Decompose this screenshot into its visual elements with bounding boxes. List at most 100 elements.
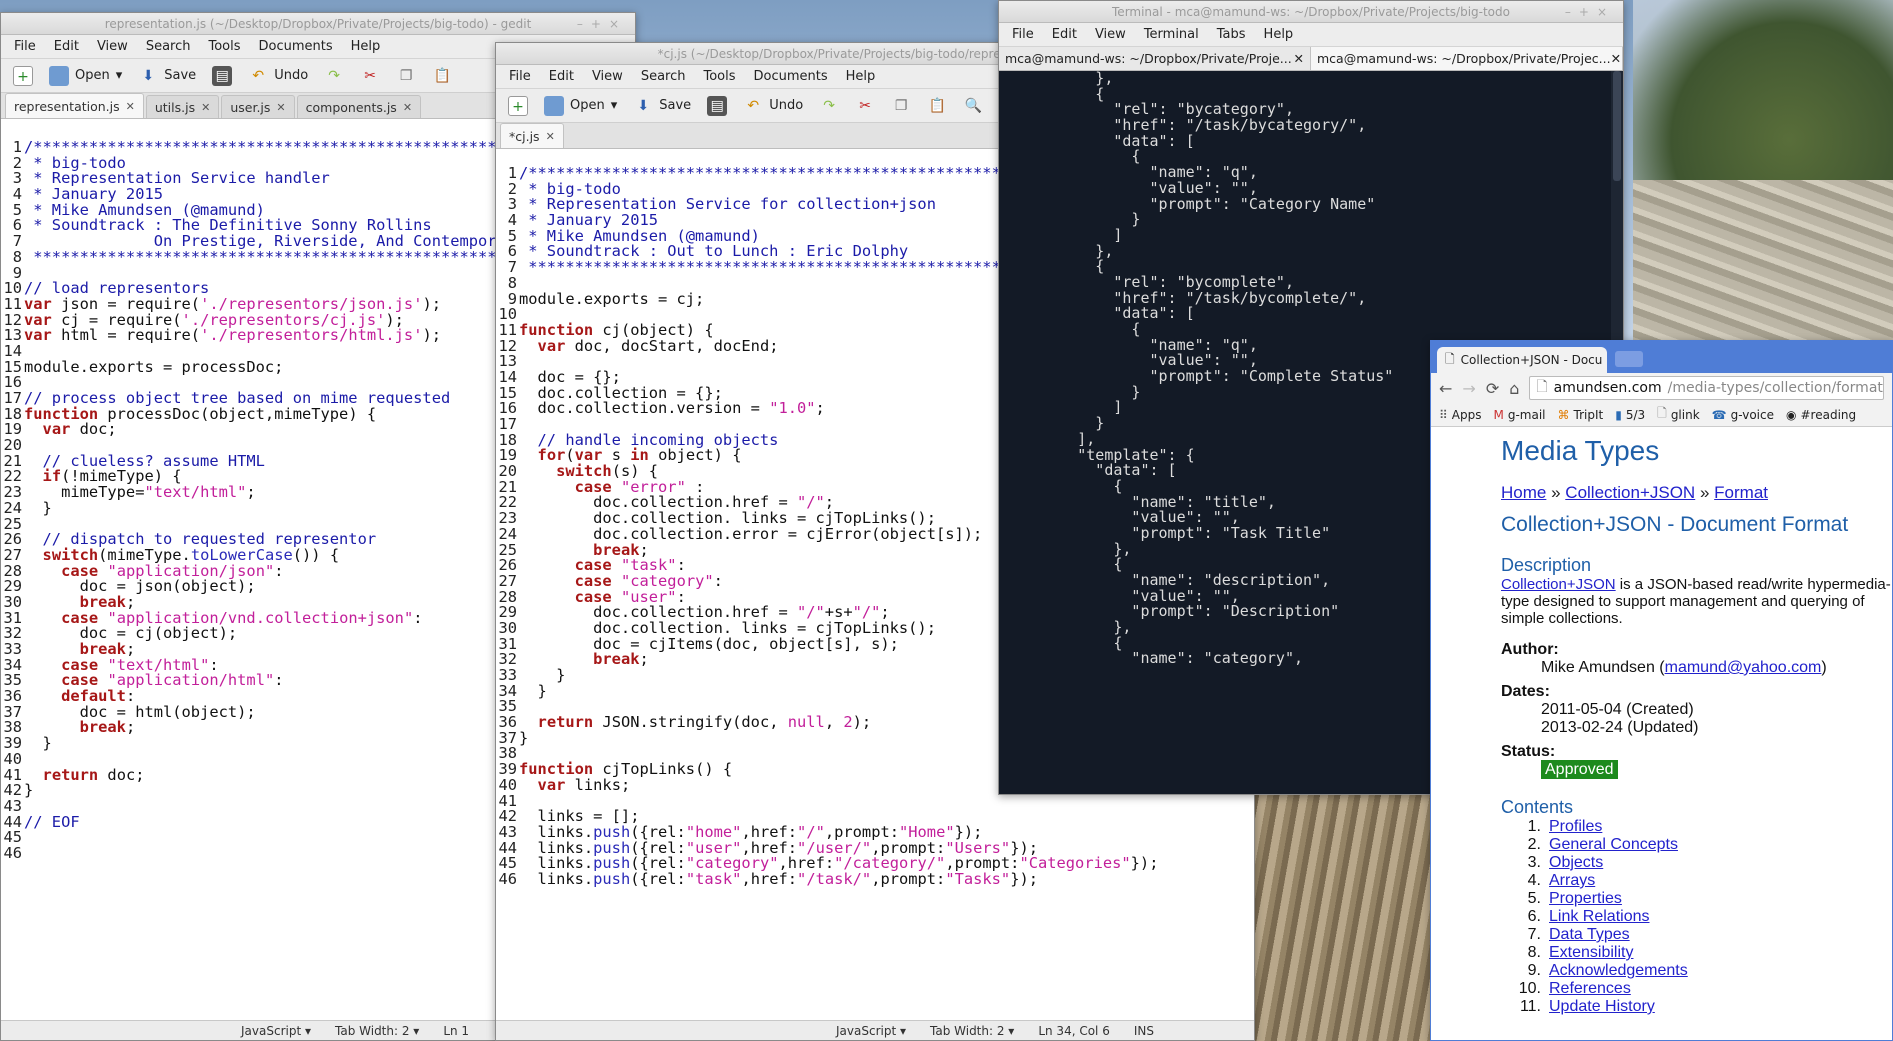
page-icon: 🗋 [1657,406,1667,420]
menu-edit[interactable]: Edit [540,69,583,84]
contents-link[interactable]: General Concepts [1549,836,1678,854]
bookmark-reading[interactable]: ◉ #reading [1786,408,1856,422]
menu-search[interactable]: Search [632,69,695,84]
tab-user-js[interactable]: user.js ✕ [221,95,295,118]
menu-tabs[interactable]: Tabs [1208,27,1255,42]
bookmark-gmail[interactable]: Mg-mail [1494,408,1546,422]
chevron-down-icon[interactable]: ▾ [116,68,123,83]
save-button[interactable]: ⬇ Save [132,62,202,90]
description-link[interactable]: Collection+JSON [1501,576,1616,593]
contents-link[interactable]: Acknowledgements [1549,962,1688,980]
forward-icon[interactable]: → [1462,379,1475,398]
contents-link[interactable]: Link Relations [1549,908,1650,926]
copy-button[interactable]: ❐ [885,92,917,120]
back-icon[interactable]: ← [1439,379,1452,398]
menu-tools[interactable]: Tools [199,39,249,54]
paste-button[interactable]: 📋 [426,62,458,90]
contents-link[interactable]: Properties [1549,890,1622,908]
contents-link[interactable]: Profiles [1549,818,1602,836]
address-bar[interactable]: 🗋 amundsen.com/media-types/collection/for… [1529,376,1884,400]
reload-icon[interactable]: ⟳ [1486,379,1499,398]
menu-tools[interactable]: Tools [694,69,744,84]
tab-representation-js[interactable]: representation.js ✕ [5,93,144,118]
close-icon[interactable]: ✕ [201,101,210,114]
contents-link[interactable]: Extensibility [1549,944,1633,962]
new-tab-button[interactable] [1615,351,1643,367]
cut-button[interactable]: ✂ [849,92,881,120]
tab-utils-js[interactable]: utils.js ✕ [145,95,220,118]
menu-edit[interactable]: Edit [45,39,88,54]
window-titlebar[interactable]: Terminal - mca@mamund-ws: ~/Dropbox/Priv… [999,1,1623,23]
tab-width-selector[interactable]: Tab Width: 2 ▾ [335,1024,419,1038]
open-button[interactable]: Open ▾ [43,62,128,90]
bookmark-glink[interactable]: 🗋 glink [1657,404,1700,425]
language-selector[interactable]: JavaScript ▾ [241,1024,311,1038]
menu-terminal[interactable]: Terminal [1135,27,1208,42]
paste-button[interactable]: 📋 [921,92,953,120]
contents-link[interactable]: Data Types [1549,926,1630,944]
print-button[interactable]: ▤ [206,62,238,90]
undo-button[interactable]: ↶ Undo [737,92,809,120]
bookmark-tripit[interactable]: ⌘ TripIt [1558,408,1604,422]
menu-help[interactable]: Help [342,39,390,54]
open-button[interactable]: Open ▾ [538,92,623,120]
menu-file[interactable]: File [5,39,45,54]
contents-link[interactable]: Update History [1549,998,1655,1016]
menu-edit[interactable]: Edit [1043,27,1086,42]
menu-view[interactable]: View [583,69,632,84]
menu-view[interactable]: View [1086,27,1135,42]
contents-link[interactable]: Arrays [1549,872,1595,890]
chevron-down-icon[interactable]: ▾ [611,98,618,113]
close-icon[interactable]: ✕ [126,100,135,113]
bookmark-53[interactable]: ▮ 5/3 [1615,408,1645,422]
redo-button[interactable]: ↷ [813,92,845,120]
terminal-tab-1[interactable]: mca@mamund-ws: ~/Dropbox/Private/Proje..… [999,47,1311,70]
window-controls[interactable]: –+× [577,13,627,34]
menu-documents[interactable]: Documents [250,39,342,54]
cut-button[interactable]: ✂ [354,62,386,90]
tab-cj-js[interactable]: *cj.js ✕ [500,123,564,148]
menu-documents[interactable]: Documents [745,69,837,84]
browser-tab[interactable]: 🗋Collection+JSON - Docu✕ [1437,347,1607,373]
new-button[interactable]: + [7,62,39,90]
breadcrumb-home[interactable]: Home [1501,483,1546,502]
close-icon[interactable]: ✕ [276,101,285,114]
new-button[interactable]: + [502,92,534,120]
window-controls[interactable]: –+× [1565,1,1615,22]
breadcrumb-collection-json[interactable]: Collection+JSON [1565,483,1695,502]
terminal-tab-2[interactable]: mca@mamund-ws: ~/Dropbox/Private/Projec.… [1311,47,1623,70]
print-button[interactable]: ▤ [701,92,733,120]
tab-components-js[interactable]: components.js ✕ [296,95,422,118]
undo-button[interactable]: ↶ Undo [242,62,314,90]
close-icon[interactable]: ✕ [546,130,555,143]
menu-help[interactable]: Help [1255,27,1303,42]
page-title: Collection+JSON - Document Format [1501,513,1849,536]
breadcrumb-format[interactable]: Format [1714,483,1768,502]
redo-button[interactable]: ↷ [318,62,350,90]
menu-help[interactable]: Help [837,69,885,84]
contents-number: 4. [1527,872,1541,889]
menu-search[interactable]: Search [137,39,200,54]
contents-list: 1. Profiles 2. General Concepts 3. Objects 4. A… [1511,818,1892,1016]
close-icon[interactable]: ✕ [403,101,412,114]
scrollbar-thumb[interactable] [1613,71,1621,181]
close-icon[interactable]: ✕ [1611,51,1621,66]
bookmark-apps[interactable]: ⠿ Apps [1439,408,1482,422]
contents-link[interactable]: References [1549,980,1631,998]
menu-view[interactable]: View [88,39,137,54]
new-document-icon: + [508,95,528,116]
close-icon[interactable]: ✕ [1294,51,1304,66]
menu-file[interactable]: File [1003,27,1043,42]
tab-width-selector[interactable]: Tab Width: 2 ▾ [930,1024,1014,1038]
save-button[interactable]: ⬇ Save [627,92,697,120]
menu-file[interactable]: File [500,69,540,84]
bookmark-gvoice[interactable]: ☎ g-voice [1712,408,1774,422]
contents-link[interactable]: Objects [1549,854,1603,872]
copy-button[interactable]: ❐ [390,62,422,90]
author-email-link[interactable]: mamund@yahoo.com [1665,659,1822,676]
tab-width-label: Tab Width: 2 [335,1023,410,1038]
home-icon[interactable]: ⌂ [1509,379,1519,398]
find-button[interactable]: 🔍 [957,92,989,120]
language-selector[interactable]: JavaScript ▾ [836,1024,906,1038]
window-titlebar[interactable]: representation.js (~/Desktop/Dropbox/Pri… [1,13,635,35]
